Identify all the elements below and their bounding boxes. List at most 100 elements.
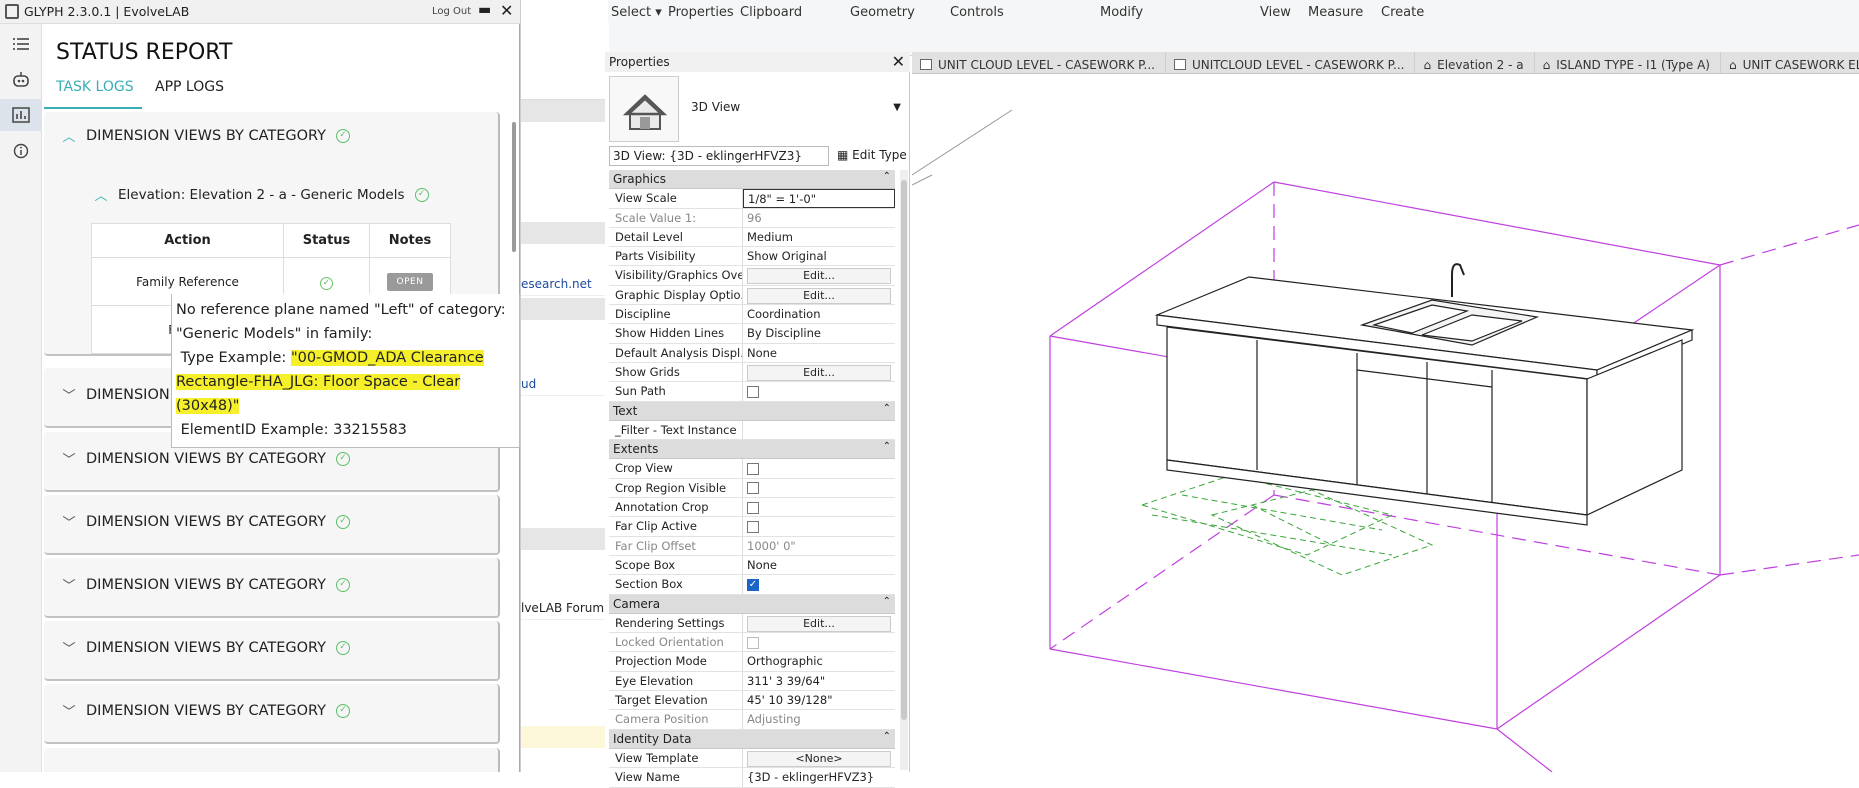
- mid-link-cloud[interactable]: ud: [521, 374, 609, 396]
- tab-app-logs[interactable]: APP LOGS: [155, 79, 224, 95]
- checkbox[interactable]: [747, 520, 759, 533]
- card-header[interactable]: ﹀ DIMENSION VIEWS BY CATEGORY ✓: [62, 701, 351, 720]
- property-section[interactable]: Identity Data ⌃: [609, 729, 895, 749]
- ribbon-controls[interactable]: Controls: [950, 5, 1004, 20]
- checkbox[interactable]: ✓: [747, 578, 759, 591]
- property-value[interactable]: [743, 498, 895, 516]
- ribbon-clipboard[interactable]: Clipboard: [740, 5, 802, 20]
- edit-type-button[interactable]: ▦ Edit Type: [835, 146, 909, 164]
- property-value[interactable]: [743, 459, 895, 477]
- property-value[interactable]: [743, 517, 895, 535]
- logout-link[interactable]: Log Out: [432, 6, 471, 17]
- property-value[interactable]: 1000' 0": [743, 537, 895, 555]
- card-header[interactable]: ﹀ DIMENSION VIEWS BY CATEGORY ✓: [62, 575, 351, 594]
- edit-button[interactable]: <None>: [747, 750, 891, 767]
- card-header[interactable]: ﹀ DIMENSION VIEWS BY CATEGORY ✓: [62, 449, 351, 468]
- minimize-icon[interactable]: ▬: [478, 2, 491, 18]
- task-card[interactable]: ﹀ DIMENSION VIEWS BY CATEGORY ✓: [44, 558, 500, 618]
- report-icon[interactable]: [0, 99, 42, 131]
- list-icon[interactable]: [0, 28, 42, 60]
- checkbox[interactable]: [747, 462, 759, 475]
- edit-button[interactable]: Edit...: [747, 364, 891, 381]
- edit-button[interactable]: Edit...: [747, 287, 891, 304]
- property-section[interactable]: Text ⌃: [609, 401, 895, 421]
- ribbon-select[interactable]: Select ▾: [611, 5, 662, 20]
- card-header[interactable]: ﹀ DIMENSION VIEWS BY CATEGORY ✓: [62, 512, 351, 531]
- property-value[interactable]: [743, 421, 895, 439]
- checkbox[interactable]: [747, 385, 759, 398]
- close-icon[interactable]: ✕: [892, 52, 905, 71]
- property-value[interactable]: None: [743, 556, 895, 574]
- chevron-down-icon[interactable]: ﹀: [62, 638, 76, 657]
- edit-button[interactable]: Edit...: [747, 268, 891, 285]
- property-value[interactable]: 1/8" = 1'-0": [743, 189, 895, 208]
- collapse-icon[interactable]: ⌃: [883, 171, 891, 182]
- 3d-viewport[interactable]: [911, 75, 1859, 773]
- edit-button[interactable]: Edit...: [747, 615, 891, 632]
- task-card[interactable]: ﹀ DIMENSION VIEWS BY CATEGORY ✓: [44, 684, 500, 744]
- tab-task-logs[interactable]: TASK LOGS: [56, 79, 134, 95]
- ribbon-geometry[interactable]: Geometry: [850, 5, 915, 20]
- property-value[interactable]: Orthographic: [743, 652, 895, 670]
- tab-view-2[interactable]: UNITCLOUD LEVEL - CASEWORK P...: [1166, 52, 1416, 73]
- property-section[interactable]: Camera ⌃: [609, 594, 895, 614]
- ribbon-measure[interactable]: Measure: [1308, 5, 1363, 20]
- mid-link-research[interactable]: esearch.net: [521, 274, 609, 296]
- chevron-down-icon[interactable]: ﹀: [62, 701, 76, 720]
- tab-view-5[interactable]: ⌂ UNIT CASEWORK ELEVA: [1721, 52, 1859, 73]
- property-value[interactable]: <None>: [743, 749, 895, 767]
- checkbox[interactable]: [747, 636, 759, 649]
- property-value[interactable]: Edit...: [743, 363, 895, 381]
- property-section[interactable]: Graphics ⌃: [609, 170, 895, 190]
- chevron-down-icon[interactable]: ﹀: [62, 512, 76, 531]
- property-value[interactable]: [743, 479, 895, 497]
- property-value[interactable]: Edit...: [743, 614, 895, 632]
- property-value[interactable]: By Discipline: [743, 324, 895, 342]
- property-value[interactable]: Medium: [743, 228, 895, 246]
- property-value[interactable]: 45' 10 39/128": [743, 691, 895, 709]
- ribbon-modify[interactable]: Modify: [1100, 5, 1143, 20]
- collapse-icon[interactable]: ⌃: [883, 731, 891, 742]
- property-value[interactable]: Edit...: [743, 286, 895, 304]
- property-section[interactable]: Extents ⌃: [609, 440, 895, 460]
- properties-scrollbar[interactable]: [900, 170, 908, 770]
- tab-view-3[interactable]: ⌂ Elevation 2 - a: [1415, 52, 1535, 73]
- ribbon-properties[interactable]: Properties: [668, 5, 734, 20]
- info-icon[interactable]: [0, 135, 42, 167]
- card-header[interactable]: ﹀ DIMENSION VIEWS BY CATEGORY ✓: [62, 638, 351, 657]
- property-value[interactable]: [743, 382, 895, 400]
- chevron-up-icon[interactable]: ︿: [94, 185, 108, 204]
- property-value[interactable]: ✓: [743, 575, 895, 593]
- task-card[interactable]: ﹀ DIMENSION VIEWS BY CATEGORY ✓: [44, 495, 500, 555]
- chevron-down-icon[interactable]: ﹀: [62, 385, 76, 404]
- task-card[interactable]: ﹀ DIMENSION VIEWS BY CATEGORY ✓: [44, 621, 500, 681]
- card-header[interactable]: ︿ DIMENSION VIEWS BY CATEGORY ✓: [62, 126, 351, 145]
- property-value[interactable]: 96: [743, 209, 895, 227]
- sub-header[interactable]: ︿ Elevation: Elevation 2 - a - Generic M…: [94, 185, 429, 204]
- collapse-icon[interactable]: ⌃: [883, 596, 891, 607]
- tab-view-4[interactable]: ⌂ ISLAND TYPE - I1 (Type A): [1535, 52, 1721, 73]
- property-value[interactable]: Show Original: [743, 247, 895, 265]
- mid-link-forum[interactable]: lveLAB Forum: [521, 598, 609, 620]
- close-icon[interactable]: ✕: [500, 1, 513, 20]
- collapse-icon[interactable]: ⌃: [883, 441, 891, 452]
- property-value[interactable]: Adjusting: [743, 710, 895, 728]
- chevron-down-icon[interactable]: ﹀: [62, 449, 76, 468]
- tab-view-1[interactable]: UNIT CLOUD LEVEL - CASEWORK P...: [912, 52, 1166, 73]
- property-value[interactable]: {3D - eklingerHFVZ3}: [743, 768, 895, 786]
- view-selector[interactable]: 3D View: {3D - eklingerHFVZ3}: [609, 146, 829, 166]
- property-value[interactable]: 311' 3 39/64": [743, 672, 895, 690]
- scroll-thumb[interactable]: [901, 180, 907, 720]
- ribbon-view[interactable]: View: [1260, 5, 1291, 20]
- scroll-thumb[interactable]: [512, 122, 516, 252]
- collapse-icon[interactable]: ⌃: [883, 403, 891, 414]
- robot-icon[interactable]: [0, 64, 42, 96]
- task-card[interactable]: [44, 748, 500, 772]
- property-value[interactable]: Edit...: [743, 266, 895, 285]
- property-value[interactable]: [743, 633, 895, 651]
- chevron-down-icon[interactable]: ﹀: [62, 575, 76, 594]
- property-value[interactable]: Coordination: [743, 305, 895, 323]
- checkbox[interactable]: [747, 501, 759, 514]
- property-value[interactable]: None: [743, 344, 895, 362]
- chevron-down-icon[interactable]: ▼: [893, 102, 901, 113]
